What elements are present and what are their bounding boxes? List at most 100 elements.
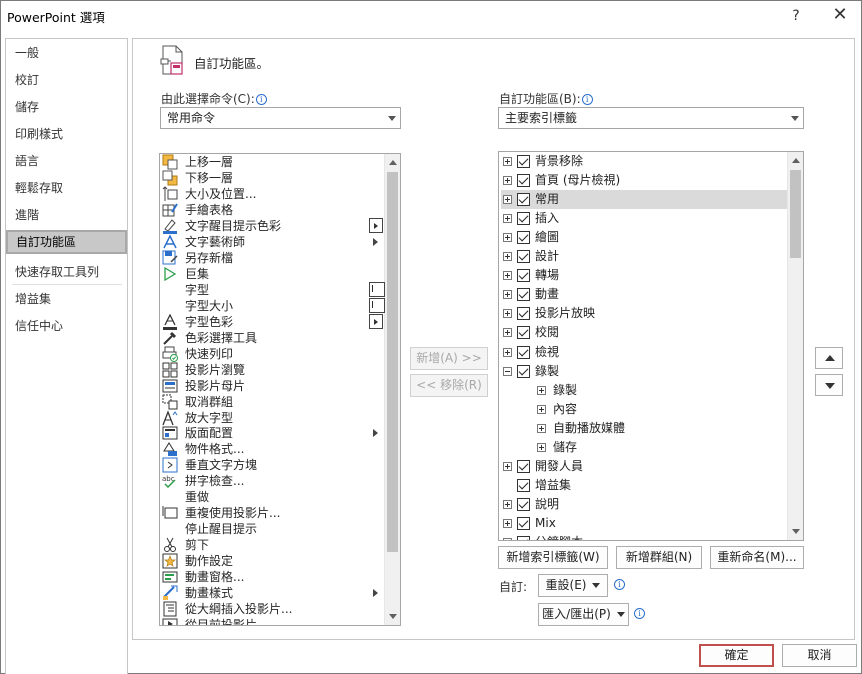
nav-item[interactable]: 進階: [6, 203, 127, 227]
tree-item[interactable]: 插入: [501, 209, 787, 228]
checkbox-checked-icon[interactable]: [517, 155, 530, 168]
scroll-thumb[interactable]: [387, 172, 398, 552]
collapse-icon[interactable]: [503, 366, 512, 376]
command-item[interactable]: 色彩選擇工具: [162, 330, 382, 346]
command-item[interactable]: 文字醒目提示色彩: [162, 217, 383, 234]
command-item[interactable]: 另存新檔: [162, 250, 382, 266]
checkbox-checked-icon[interactable]: [517, 497, 530, 511]
tree-item[interactable]: 錄製: [501, 381, 787, 400]
checkbox-checked-icon[interactable]: [517, 345, 530, 359]
tree-item[interactable]: 增益集: [501, 476, 787, 495]
expand-icon[interactable]: [503, 499, 512, 509]
checkbox-checked-icon[interactable]: [517, 364, 530, 378]
expand-icon[interactable]: [503, 347, 512, 357]
checkbox-checked-icon[interactable]: [517, 516, 530, 530]
command-item[interactable]: 從大綱插入投影片...: [162, 601, 382, 617]
tree-item[interactable]: 內容: [501, 400, 787, 419]
expand-icon[interactable]: [503, 518, 512, 528]
tree-item[interactable]: 常用: [501, 190, 787, 210]
checkbox-checked-icon[interactable]: [517, 536, 530, 540]
command-item[interactable]: 大小及位置...: [162, 186, 382, 202]
checkbox-checked-icon[interactable]: [517, 326, 530, 340]
command-item[interactable]: 放大字型: [162, 409, 382, 426]
help-button[interactable]: ?: [785, 5, 807, 27]
command-item[interactable]: 字型色彩: [162, 313, 383, 330]
expand-icon[interactable]: [503, 176, 512, 186]
checkbox-checked-icon[interactable]: [517, 459, 530, 473]
nav-item[interactable]: 校訂: [6, 68, 127, 92]
expand-icon[interactable]: [503, 271, 512, 281]
close-button[interactable]: ✕: [827, 5, 853, 27]
expand-icon[interactable]: [503, 233, 512, 243]
tree-item[interactable]: 錄製: [501, 362, 787, 381]
command-item[interactable]: 動畫窗格...: [162, 569, 382, 585]
expand-icon[interactable]: [503, 195, 512, 205]
cancel-button[interactable]: 取消: [782, 644, 857, 667]
nav-item[interactable]: 快速存取工具列: [6, 260, 127, 284]
command-item[interactable]: 重做: [162, 489, 382, 505]
scroll-down-button[interactable]: [788, 524, 803, 540]
checkbox-checked-icon[interactable]: [517, 288, 530, 302]
checkbox-checked-icon[interactable]: [517, 174, 530, 188]
new-group-button[interactable]: 新增群組(N): [616, 546, 702, 569]
command-item[interactable]: 停止醒目提示: [162, 521, 382, 537]
tree-item[interactable]: 開發人員: [501, 457, 787, 476]
ribbon-tabs-tree[interactable]: 背景移除 首頁 (母片檢視) 常用 插入 繪圖 設計 轉場 動畫 投影片放映 校閱 檢視 錄製 錄製 內容…: [498, 151, 804, 541]
command-item[interactable]: 取消群組: [162, 394, 382, 410]
command-item[interactable]: 剪下: [162, 537, 382, 553]
tree-item[interactable]: 繪圖: [501, 228, 787, 247]
tree-scrollbar[interactable]: [787, 152, 803, 540]
import-export-button[interactable]: 匯入/匯出(P): [538, 603, 629, 626]
customize-ribbon-combo[interactable]: 主要索引標籤: [498, 107, 804, 129]
ok-button[interactable]: 確定: [699, 644, 774, 667]
command-item[interactable]: 下移一層: [162, 170, 382, 186]
tree-item[interactable]: 校閱: [501, 323, 787, 342]
remove-button[interactable]: << 移除(R): [410, 374, 488, 397]
tree-item[interactable]: 投影片放映: [501, 304, 787, 323]
expand-icon[interactable]: [537, 385, 546, 395]
command-item[interactable]: 垂直文字方塊: [162, 457, 382, 473]
command-item[interactable]: 手繪表格: [162, 202, 382, 218]
expand-icon[interactable]: [503, 461, 512, 471]
command-item[interactable]: 字型大小 I: [162, 297, 385, 314]
command-item[interactable]: 上移一層: [162, 154, 382, 170]
checkbox-checked-icon[interactable]: [517, 231, 530, 245]
tree-item[interactable]: 檢視: [501, 343, 787, 362]
new-tab-button[interactable]: 新增索引標籤(W): [498, 546, 608, 569]
checkbox-checked-icon[interactable]: [517, 193, 530, 207]
tree-item[interactable]: 設計: [501, 247, 787, 266]
command-item[interactable]: 動畫樣式: [162, 585, 382, 601]
expand-icon[interactable]: [537, 442, 546, 452]
command-item[interactable]: 巨集: [162, 266, 382, 282]
checkbox-checked-icon[interactable]: [517, 307, 530, 321]
tree-item[interactable]: 首頁 (母片檢視): [501, 171, 787, 190]
tree-item[interactable]: 轉場: [501, 266, 787, 285]
tree-item[interactable]: 背景移除: [501, 152, 787, 171]
move-down-button[interactable]: [815, 374, 843, 396]
command-item[interactable]: 快速列印: [162, 346, 382, 362]
command-item[interactable]: 從目前投影片: [162, 617, 382, 625]
move-up-button[interactable]: [815, 347, 843, 369]
scroll-up-button[interactable]: [788, 152, 803, 168]
expand-icon[interactable]: [503, 309, 512, 319]
expand-icon[interactable]: [503, 214, 512, 224]
expand-icon[interactable]: [537, 423, 546, 433]
checkbox-checked-icon[interactable]: [517, 269, 530, 283]
expand-icon[interactable]: [503, 252, 512, 262]
command-item[interactable]: abc 拼字檢查...: [162, 473, 382, 489]
rename-button[interactable]: 重新命名(M)...: [710, 546, 804, 569]
tree-item[interactable]: 說明: [501, 495, 787, 514]
checkbox-checked-icon[interactable]: [517, 212, 530, 226]
reset-button[interactable]: 重設(E): [538, 574, 608, 597]
commands-list[interactable]: 上移一層 下移一層 大小及位置... 手繪表格 文字醒目提示色彩 文字藝術師 另存新檔 巨集字…: [159, 153, 401, 626]
nav-item[interactable]: 印刷樣式: [6, 122, 127, 146]
command-item[interactable]: 動作設定: [162, 553, 382, 569]
scroll-up-button[interactable]: [385, 154, 400, 170]
command-item[interactable]: 物件格式...: [162, 441, 382, 457]
nav-item[interactable]: 輕鬆存取: [6, 176, 127, 200]
expand-icon[interactable]: [537, 404, 546, 414]
nav-item[interactable]: 信任中心: [6, 314, 127, 338]
commands-scrollbar[interactable]: [384, 154, 400, 625]
expand-icon[interactable]: [503, 290, 512, 300]
checkbox-checked-icon[interactable]: [517, 478, 530, 492]
